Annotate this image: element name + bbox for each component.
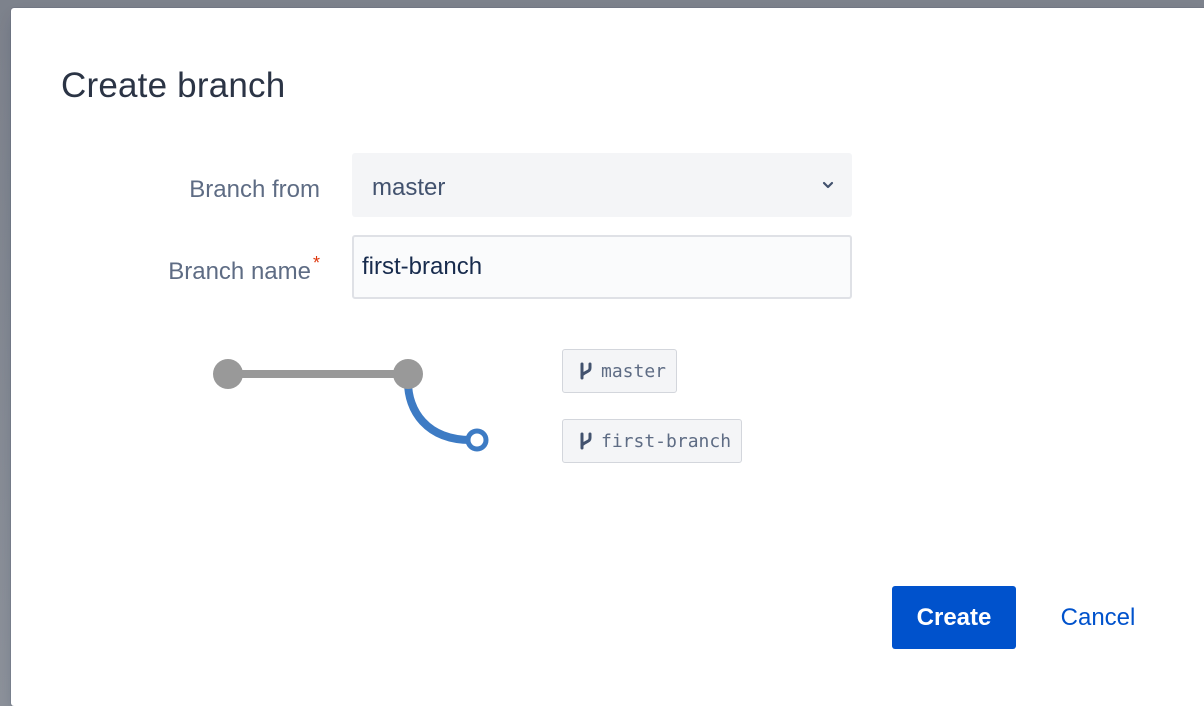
branch-name-label-text: Branch name <box>168 258 311 285</box>
new-branch-lozenge: first-branch <box>562 419 743 463</box>
chevron-down-icon <box>822 181 834 189</box>
required-asterisk: * <box>312 253 320 273</box>
branch-name-input[interactable] <box>352 235 852 299</box>
source-branch-lozenge: master <box>562 349 678 393</box>
dialog-title: Create branch <box>61 66 286 105</box>
new-branch-node <box>465 428 489 452</box>
create-branch-dialog: Create branch Branch from master Branch … <box>11 8 1204 706</box>
branch-icon <box>580 432 592 450</box>
branch-from-label: Branch from <box>189 176 320 203</box>
branch-name-label: Branch name * <box>121 253 320 286</box>
branch-from-value: master <box>372 174 446 201</box>
branch-from-select[interactable]: master <box>352 153 852 217</box>
branch-icon <box>580 362 592 380</box>
create-button[interactable]: Create <box>892 586 1016 649</box>
trunk-start-node <box>213 359 243 389</box>
source-branch-name: master <box>601 360 667 382</box>
branch-curve <box>404 378 475 444</box>
cancel-button[interactable]: Cancel <box>1043 586 1153 649</box>
new-branch-name: first-branch <box>601 430 732 452</box>
branch-diagram <box>213 359 489 452</box>
trunk-head-node <box>393 359 423 389</box>
